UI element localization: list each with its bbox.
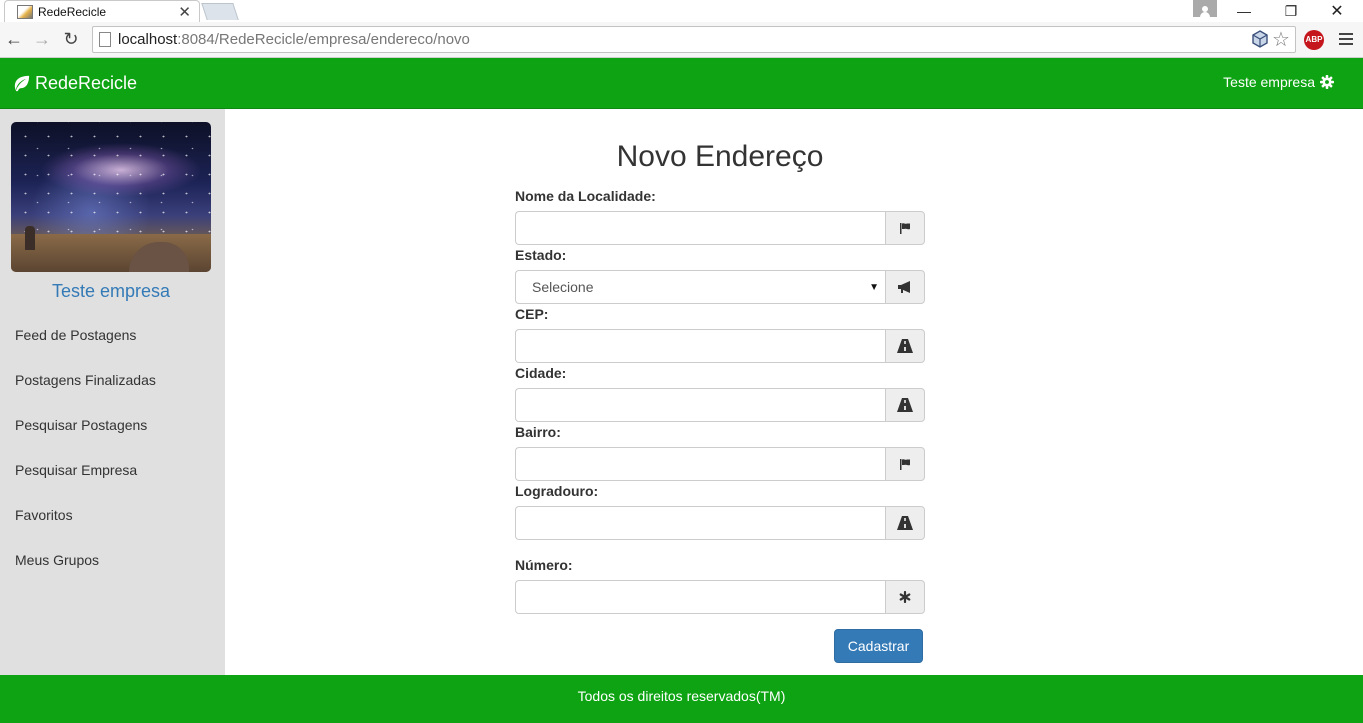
profile-image	[11, 122, 211, 272]
url-text: localhost:8084/RedeRecicle/empresa/ender…	[118, 31, 470, 48]
estado-label: Estado:	[515, 247, 567, 263]
brand-link[interactable]: RedeRecicle	[12, 73, 137, 94]
footer: Todos os direitos reservados(TM)	[0, 675, 1363, 723]
asterisk-icon	[885, 580, 925, 614]
minimize-icon[interactable]: —	[1233, 0, 1255, 22]
leaf-icon	[14, 75, 30, 92]
close-window-icon[interactable]: ✕	[1326, 0, 1348, 22]
logradouro-label: Logradouro:	[515, 483, 599, 499]
gear-icon	[1320, 75, 1334, 89]
sidebar-item-finalizadas[interactable]: Postagens Finalizadas	[0, 358, 225, 403]
sidebar-item-pesquisar-postagens[interactable]: Pesquisar Postagens	[0, 403, 225, 448]
extension-cube-icon[interactable]	[1251, 30, 1269, 48]
logradouro-input[interactable]	[515, 506, 886, 540]
numero-label: Número:	[515, 557, 573, 573]
adblock-icon[interactable]: ABP	[1304, 30, 1324, 50]
bairro-input[interactable]	[515, 447, 886, 481]
chevron-down-icon: ▼	[869, 282, 879, 293]
profile-icon[interactable]	[1193, 0, 1217, 17]
page-icon	[99, 32, 111, 47]
sidebar-menu: Feed de Postagens Postagens Finalizadas …	[0, 313, 225, 583]
page-title: Novo Endereço	[616, 140, 824, 173]
estado-select[interactable]: Selecione ▼	[515, 270, 886, 304]
bullhorn-icon	[885, 270, 925, 304]
favicon-icon	[17, 4, 33, 19]
bairro-label: Bairro:	[515, 424, 561, 440]
flag-icon	[885, 447, 925, 481]
sidebar-company-name[interactable]: Teste empresa	[0, 281, 222, 302]
sidebar-item-pesquisar-empresa[interactable]: Pesquisar Empresa	[0, 448, 225, 493]
sidebar-item-favoritos[interactable]: Favoritos	[0, 493, 225, 538]
estado-selected-value: Selecione	[532, 279, 594, 295]
sidebar-item-feed[interactable]: Feed de Postagens	[0, 313, 225, 358]
site-navbar: RedeRecicle Teste empresa	[0, 58, 1363, 109]
cep-label: CEP:	[515, 306, 549, 322]
localidade-label: Nome da Localidade:	[515, 188, 656, 204]
new-tab-button[interactable]	[201, 3, 239, 20]
road-icon	[885, 388, 925, 422]
sidebar-item-grupos[interactable]: Meus Grupos	[0, 538, 225, 583]
tab-title: RedeRecicle	[38, 4, 107, 19]
footer-text: Todos os direitos reservados(TM)	[577, 688, 786, 704]
address-bar[interactable]: localhost:8084/RedeRecicle/empresa/ender…	[92, 26, 1296, 53]
road-icon	[885, 506, 925, 540]
flag-icon	[885, 211, 925, 245]
reload-icon[interactable]: ↻	[61, 29, 81, 49]
cidade-label: Cidade:	[515, 365, 567, 381]
back-icon[interactable]: ←	[4, 29, 24, 49]
road-icon	[885, 329, 925, 363]
browser-tab-strip: RedeRecicle ✕ — ❐ ✕	[0, 0, 1363, 22]
bookmark-star-icon[interactable]: ☆	[1272, 27, 1290, 52]
browser-menu-icon[interactable]	[1339, 33, 1353, 45]
forward-icon[interactable]: →	[32, 29, 52, 49]
browser-toolbar: ← → ↻ localhost:8084/RedeRecicle/empresa…	[0, 22, 1363, 58]
close-tab-icon[interactable]: ✕	[178, 3, 191, 21]
localidade-input[interactable]	[515, 211, 886, 245]
browser-tab[interactable]: RedeRecicle ✕	[4, 0, 200, 22]
restore-icon[interactable]: ❐	[1280, 0, 1302, 22]
sidebar: Teste empresa Feed de Postagens Postagen…	[0, 109, 225, 675]
user-menu[interactable]: Teste empresa	[1223, 74, 1334, 90]
user-name: Teste empresa	[1223, 74, 1315, 90]
numero-input[interactable]	[515, 580, 886, 614]
cep-input[interactable]	[515, 329, 886, 363]
brand-name: RedeRecicle	[35, 73, 138, 93]
cidade-input[interactable]	[515, 388, 886, 422]
cadastrar-button[interactable]: Cadastrar	[834, 629, 923, 663]
